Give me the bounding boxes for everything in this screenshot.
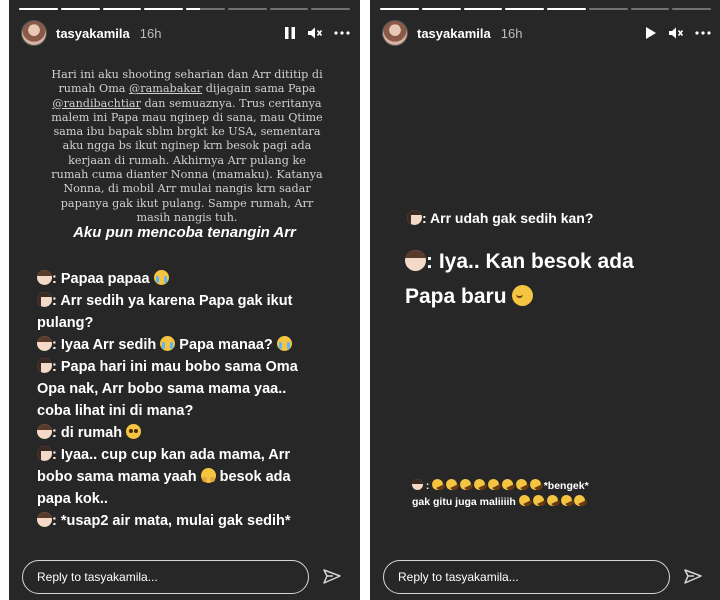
chat-line: coba lihat ini di mana? — [37, 403, 194, 419]
rofl-icon — [430, 477, 446, 492]
chat-line: : *usap2 air mata, mulai gak sedih* — [37, 510, 347, 532]
chat-line: bobo sama mama yaah besok ada — [37, 468, 291, 485]
chat-line: Opa nak, Arr bobo sama mama yaa.. — [37, 381, 287, 397]
mention-link[interactable]: @randibachtiar — [52, 97, 141, 110]
hugging-face-icon — [200, 468, 216, 483]
story-caption: Hari ini aku shooting seharian dan Arr d… — [49, 68, 325, 225]
chat-line: : Papaa papaa — [37, 268, 347, 290]
caption-text: dijagain sama Papa — [202, 82, 316, 96]
boy-face-icon — [37, 424, 52, 439]
username[interactable]: tasyakamila — [417, 26, 491, 41]
progress-segment — [630, 8, 670, 10]
woman-face-icon — [412, 479, 423, 490]
pause-icon[interactable] — [284, 26, 296, 40]
more-icon[interactable] — [695, 31, 711, 35]
story-header: tasyakamila 16h — [382, 18, 711, 48]
chat-reaction: : *bengek* gak gitu juga maliiiih — [412, 477, 702, 510]
avatar[interactable] — [21, 20, 47, 46]
progress-segment — [311, 8, 350, 10]
progress-segment — [227, 8, 267, 10]
rofl-icon — [458, 477, 473, 492]
story-progress-bar — [380, 8, 711, 10]
rofl-icon — [472, 477, 487, 492]
progress-segment — [547, 8, 586, 10]
crying-face-icon — [276, 336, 292, 351]
chat-question: : Arr udah gak sedih kan? — [407, 210, 593, 226]
chat-line: : Iyaa.. cup cup kan ada mama, Arr — [37, 444, 347, 466]
crying-face-icon — [153, 270, 169, 285]
smiling-face-icon — [512, 285, 534, 306]
post-time: 16h — [500, 25, 523, 41]
rofl-icon — [516, 493, 532, 508]
boy-face-icon — [405, 250, 426, 271]
rofl-icon — [514, 477, 529, 492]
chat-line: : Iyaa Arr sedih Papa manaa? — [37, 334, 347, 356]
pleading-face-icon — [126, 424, 142, 439]
story-headline: Aku pun mencoba tenangin Arr — [73, 224, 296, 241]
play-icon[interactable] — [645, 26, 657, 40]
chat-line: : Iya.. Kan besok ada — [405, 244, 705, 279]
boy-face-icon — [37, 270, 52, 285]
progress-segment — [588, 8, 628, 10]
avatar[interactable] — [382, 20, 408, 46]
send-icon[interactable] — [680, 564, 706, 590]
story-footer: Reply to tasyakamila... — [383, 559, 711, 595]
chat-answer: : Iya.. Kan besok ada Papa baru — [405, 244, 705, 314]
caption-text: dan semuaznya. Trus ceritanya malem ini … — [51, 96, 323, 224]
reply-placeholder: Reply to tasyakamila... — [398, 570, 519, 584]
crying-face-icon — [160, 336, 176, 351]
story-progress-bar — [19, 8, 350, 10]
username[interactable]: tasyakamila — [56, 26, 130, 41]
boy-face-icon — [37, 512, 52, 527]
post-time: 16h — [139, 25, 162, 41]
progress-segment — [60, 8, 100, 10]
progress-segment — [269, 8, 309, 10]
reply-input[interactable]: Reply to tasyakamila... — [383, 560, 670, 594]
story-panel-right[interactable]: tasyakamila 16h : Arr udah gak sedih kan… — [370, 0, 720, 600]
rofl-icon — [527, 477, 543, 492]
woman-face-icon — [37, 292, 52, 307]
mention-link[interactable]: @ramabakar — [129, 82, 202, 95]
story-panel-left[interactable]: tasyakamila 16h Hari ini aku shooting se… — [9, 0, 360, 600]
progress-segment — [380, 8, 419, 10]
muted-speaker-icon[interactable] — [668, 26, 684, 40]
progress-segment — [186, 8, 225, 10]
rofl-icon — [500, 477, 515, 492]
chat-line: : di rumah — [37, 422, 347, 444]
reply-placeholder: Reply to tasyakamila... — [37, 570, 158, 584]
chat-line: pulang? — [37, 315, 94, 331]
progress-segment — [505, 8, 544, 10]
rofl-icon — [444, 477, 460, 492]
reply-input[interactable]: Reply to tasyakamila... — [22, 560, 309, 594]
chat-line: Papa baru — [405, 279, 705, 314]
progress-segment — [421, 8, 461, 10]
progress-segment — [672, 8, 711, 10]
woman-face-icon — [37, 446, 52, 461]
boy-face-icon — [37, 336, 52, 351]
story-footer: Reply to tasyakamila... — [22, 559, 350, 595]
chat-line: : Papa hari ini mau bobo sama Oma — [37, 356, 347, 378]
rofl-icon — [572, 493, 588, 508]
progress-segment — [463, 8, 503, 10]
chat-transcript: : Papaa papaa : Arr sedih ya karena Papa… — [37, 268, 347, 532]
progress-segment — [19, 8, 58, 10]
send-icon[interactable] — [319, 564, 345, 590]
rofl-icon — [544, 493, 560, 508]
rofl-icon — [530, 493, 546, 508]
progress-segment — [144, 8, 183, 10]
chat-line: papa kok.. — [37, 491, 108, 507]
woman-face-icon — [407, 210, 422, 225]
story-header: tasyakamila 16h — [21, 18, 350, 48]
rofl-icon — [486, 477, 501, 492]
more-icon[interactable] — [334, 31, 350, 35]
chat-line: gak gitu juga maliiiih — [412, 493, 702, 510]
muted-speaker-icon[interactable] — [307, 26, 323, 40]
chat-line: : *bengek* — [412, 477, 702, 494]
woman-face-icon — [37, 358, 52, 373]
progress-segment — [102, 8, 142, 10]
rofl-icon — [558, 493, 574, 508]
chat-line: : Arr sedih ya karena Papa gak ikut — [37, 290, 347, 312]
